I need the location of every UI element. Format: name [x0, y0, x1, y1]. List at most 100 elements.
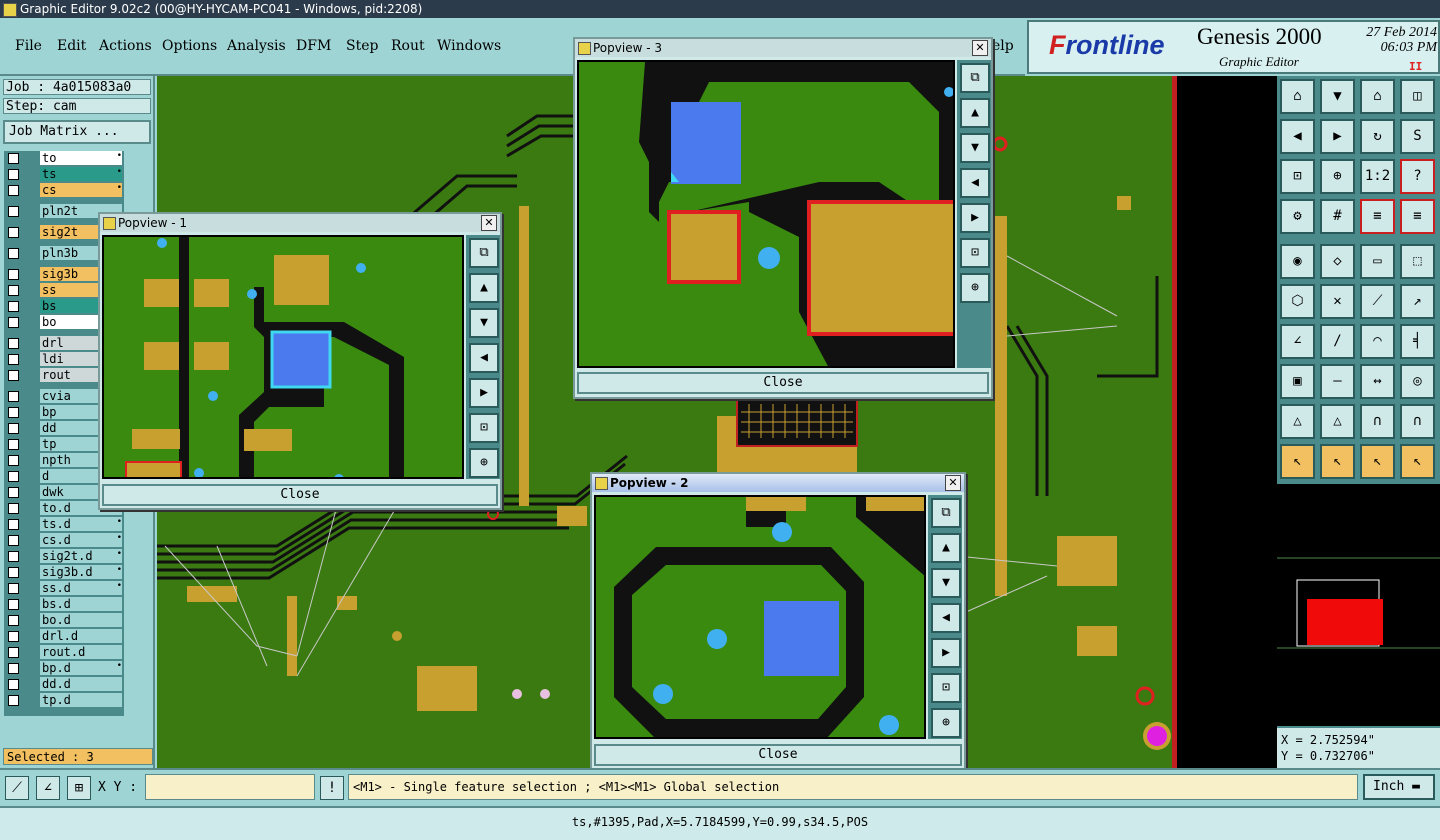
layer-checkbox[interactable] [8, 647, 19, 658]
dimension-icon[interactable]: ↔ [1360, 364, 1395, 399]
layer-row-ss-d[interactable]: ss.d • [4, 581, 124, 596]
grid-icon[interactable]: # [1320, 199, 1355, 234]
layer-checkbox[interactable] [8, 439, 19, 450]
layer-checkbox[interactable] [8, 567, 19, 578]
add-feature-icon[interactable]: ◉ [1280, 244, 1315, 279]
alert-icon[interactable]: ! [320, 776, 344, 800]
layer-name[interactable]: ss.d [40, 581, 122, 595]
menu-options[interactable]: Options [162, 38, 217, 54]
point-select-icon[interactable]: ▣ [1280, 364, 1315, 399]
layer-checkbox[interactable] [8, 487, 19, 498]
layer-checkbox[interactable] [8, 206, 19, 217]
pan-right-icon[interactable]: ▶ [1320, 119, 1355, 154]
layer-name[interactable]: bs.d [40, 597, 122, 611]
layer-name[interactable]: ts [40, 167, 122, 181]
pan-left-icon[interactable]: ◀ [931, 603, 961, 633]
pan-right-icon[interactable]: ▶ [469, 378, 499, 408]
menu-windows[interactable]: Windows [437, 38, 501, 54]
layer-checkbox[interactable] [8, 391, 19, 402]
layer-checkbox[interactable] [8, 185, 19, 196]
popview-3-window[interactable]: Popview - 3 ✕ ⧉ ▲ ▼ ◀ ▶ ⊡ ⊕ Close [573, 37, 993, 399]
pan-up-icon[interactable]: ▲ [960, 98, 990, 128]
menu-rout[interactable]: Rout [391, 38, 425, 54]
unit-select[interactable]: Inch ▬ [1363, 774, 1435, 800]
layer-row-cs[interactable]: cs • [4, 183, 124, 198]
settings-icon[interactable]: ⚙ [1280, 199, 1315, 234]
layer-name[interactable]: rout.d [40, 645, 122, 659]
pan-up-icon[interactable]: ▲ [931, 533, 961, 563]
popview-2-view[interactable] [594, 495, 926, 739]
arc-icon[interactable]: ◠ [1360, 324, 1395, 359]
pan-down-icon[interactable]: ▼ [931, 568, 961, 598]
horizontal-line-icon[interactable]: — [1320, 364, 1355, 399]
popview-2-window[interactable]: Popview - 2 ✕ ⧉ ▲ ▼ ◀ ▶ ⊡ ⊕ Close [590, 472, 966, 770]
zoom-window-icon[interactable]: ⧉ [960, 63, 990, 93]
layer-name[interactable]: cs [40, 183, 122, 197]
layer-row-tp-d[interactable]: tp.d [4, 693, 124, 708]
arrow-line-icon[interactable]: ↗ [1400, 284, 1435, 319]
zoom-in-icon[interactable]: ⊕ [1320, 159, 1355, 194]
layer-name[interactable]: to [40, 151, 122, 165]
close-icon[interactable]: ✕ [481, 215, 497, 231]
layer-checkbox[interactable] [8, 551, 19, 562]
layer-name[interactable]: drl.d [40, 629, 122, 643]
zoom-fit-icon[interactable]: ⊡ [469, 413, 499, 443]
layer-name[interactable]: dd.d [40, 677, 122, 691]
layer-row-dd-d[interactable]: dd.d [4, 677, 124, 692]
layer-checkbox[interactable] [8, 354, 19, 365]
layer-checkbox[interactable] [8, 519, 19, 530]
close-icon[interactable]: ✕ [972, 40, 988, 56]
layer-row-rout-d[interactable]: rout.d [4, 645, 124, 660]
net-connect-icon[interactable]: ⬡ [1280, 284, 1315, 319]
pads-icon[interactable]: ◎ [1400, 364, 1435, 399]
zoom-fit-icon[interactable]: ⊡ [931, 673, 961, 703]
snake-icon[interactable]: S [1400, 119, 1435, 154]
layer-row-bs-d[interactable]: bs.d [4, 597, 124, 612]
layer-checkbox[interactable] [8, 301, 19, 312]
zoom-in-icon[interactable]: ⊕ [960, 273, 990, 303]
pan-left-icon[interactable]: ◀ [469, 343, 499, 373]
layer-checkbox[interactable] [8, 169, 19, 180]
pan-left-icon[interactable]: ◀ [960, 168, 990, 198]
layer-name[interactable]: cs.d [40, 533, 122, 547]
zoom-window-icon[interactable]: ⧉ [931, 498, 961, 528]
layer-checkbox[interactable] [8, 503, 19, 514]
layer-row-bp-d[interactable]: bp.d • [4, 661, 124, 676]
select-pointer-icon[interactable]: ↖ [1280, 444, 1315, 479]
split-view-icon[interactable]: ◫ [1400, 79, 1435, 114]
layer-checkbox[interactable] [8, 679, 19, 690]
popview-2-titlebar[interactable]: Popview - 2 ✕ [592, 474, 964, 492]
close-icon[interactable]: ✕ [945, 475, 961, 491]
menu-edit[interactable]: Edit [57, 38, 86, 54]
layer-checkbox[interactable] [8, 317, 19, 328]
layer-checkbox[interactable] [8, 631, 19, 642]
pan-down-icon[interactable]: ▼ [469, 308, 499, 338]
layer-name[interactable]: bo.d [40, 613, 122, 627]
layer-checkbox[interactable] [8, 583, 19, 594]
layer-checkbox[interactable] [8, 153, 19, 164]
angle-icon[interactable]: ∠ [1280, 324, 1315, 359]
layer-checkbox[interactable] [8, 599, 19, 610]
menu-dfm[interactable]: DFM [296, 38, 331, 54]
layer-name[interactable]: ts.d [40, 517, 122, 531]
zoom-window-icon[interactable]: ⧉ [469, 238, 499, 268]
layer-name[interactable]: bp.d [40, 661, 122, 675]
snap-grid-icon[interactable]: ⊞ [67, 776, 91, 800]
zoom-in-icon[interactable]: ⊕ [931, 708, 961, 738]
triangle-icon[interactable]: △ [1280, 404, 1315, 439]
popview-1-view[interactable] [102, 235, 464, 479]
layer-row-ts-d[interactable]: ts.d • [4, 517, 124, 532]
layer-row-cs-d[interactable]: cs.d • [4, 533, 124, 548]
popview-3-close-button[interactable]: Close [577, 372, 989, 394]
overview-map[interactable] [1277, 484, 1440, 726]
zoom-fit-icon[interactable]: ⊡ [960, 238, 990, 268]
triangle-outline-icon[interactable]: △ [1320, 404, 1355, 439]
menu-actions[interactable]: Actions [99, 38, 152, 54]
popview-1-titlebar[interactable]: Popview - 1 ✕ [100, 214, 500, 232]
layer-checkbox[interactable] [8, 269, 19, 280]
pan-right-icon[interactable]: ▶ [960, 203, 990, 233]
home-icon[interactable]: ⌂ [1360, 79, 1395, 114]
layer-name[interactable]: sig3b.d [40, 565, 122, 579]
popview-2-close-button[interactable]: Close [594, 744, 962, 766]
select-net-pointer-icon[interactable]: ↖ [1360, 444, 1395, 479]
